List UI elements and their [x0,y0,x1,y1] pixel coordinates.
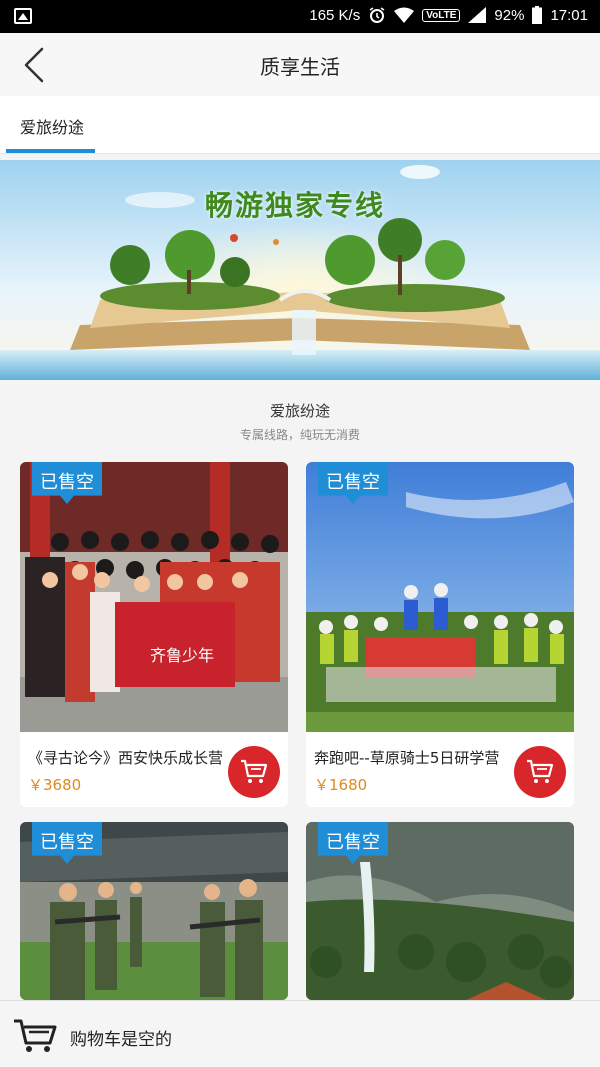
product-name: 《寻古论今》西安快乐成长营 [28,749,224,767]
tab-active-indicator [6,149,95,153]
status-bar: 165 K/s VoLTE 92% 17:01 [0,0,600,33]
add-to-cart-button[interactable] [228,746,280,798]
cart-bar[interactable]: 购物车是空的 [0,1000,600,1067]
banner-headline: 畅游独家专线 [205,189,386,222]
section-title: 爱旅纷途 [269,402,330,420]
cart-icon [527,759,554,783]
alarm-icon [369,7,385,23]
product-price: ￥1680 [314,776,368,794]
image-notification-icon [14,8,32,24]
shopping-cart-icon [14,1019,57,1052]
clock: 17:01 [550,6,588,24]
nav-bar: 质享生活 [0,33,600,96]
section-subtitle: 专属线路，纯玩无消费 [239,428,360,442]
product-card[interactable]: 已售空 [20,822,288,1000]
battery-percent: 92% [494,6,525,24]
promo-banner[interactable]: 畅游独家专线 [0,160,600,380]
product-photo: 已售空 [20,822,288,1000]
banner-text: 齐鲁少年 [150,646,215,665]
volte-badge: VoLTE [422,8,461,22]
product-card[interactable]: 已售空 奔跑吧--草原骑士5日研学营 ￥1680 [306,462,574,807]
cell-signal-icon [468,7,487,23]
page-title: 质享生活 [260,55,340,79]
cart-icon [241,759,268,783]
network-speed: 165 K/s [309,6,361,24]
product-price: ￥3680 [28,776,82,794]
cart-status-label: 购物车是空的 [70,1030,172,1050]
product-name: 奔跑吧--草原骑士5日研学营 [314,749,500,767]
add-to-cart-button[interactable] [514,746,566,798]
product-card[interactable]: 齐鲁少年 已售空 《寻古论今》西安快乐成长营 ￥3680 [20,462,288,807]
product-photo: 齐鲁少年 已售空 [20,462,288,732]
product-photo: 已售空 [306,822,574,1000]
tab-label: 爱旅纷途 [20,118,85,137]
tab-ailvfentu[interactable]: 爱旅纷途 [6,96,96,153]
wifi-icon [394,7,415,23]
battery-icon [532,6,543,24]
product-card[interactable]: 已售空 [306,822,574,1000]
product-photo: 已售空 [306,462,574,732]
tab-bar: 爱旅纷途 [0,96,600,154]
